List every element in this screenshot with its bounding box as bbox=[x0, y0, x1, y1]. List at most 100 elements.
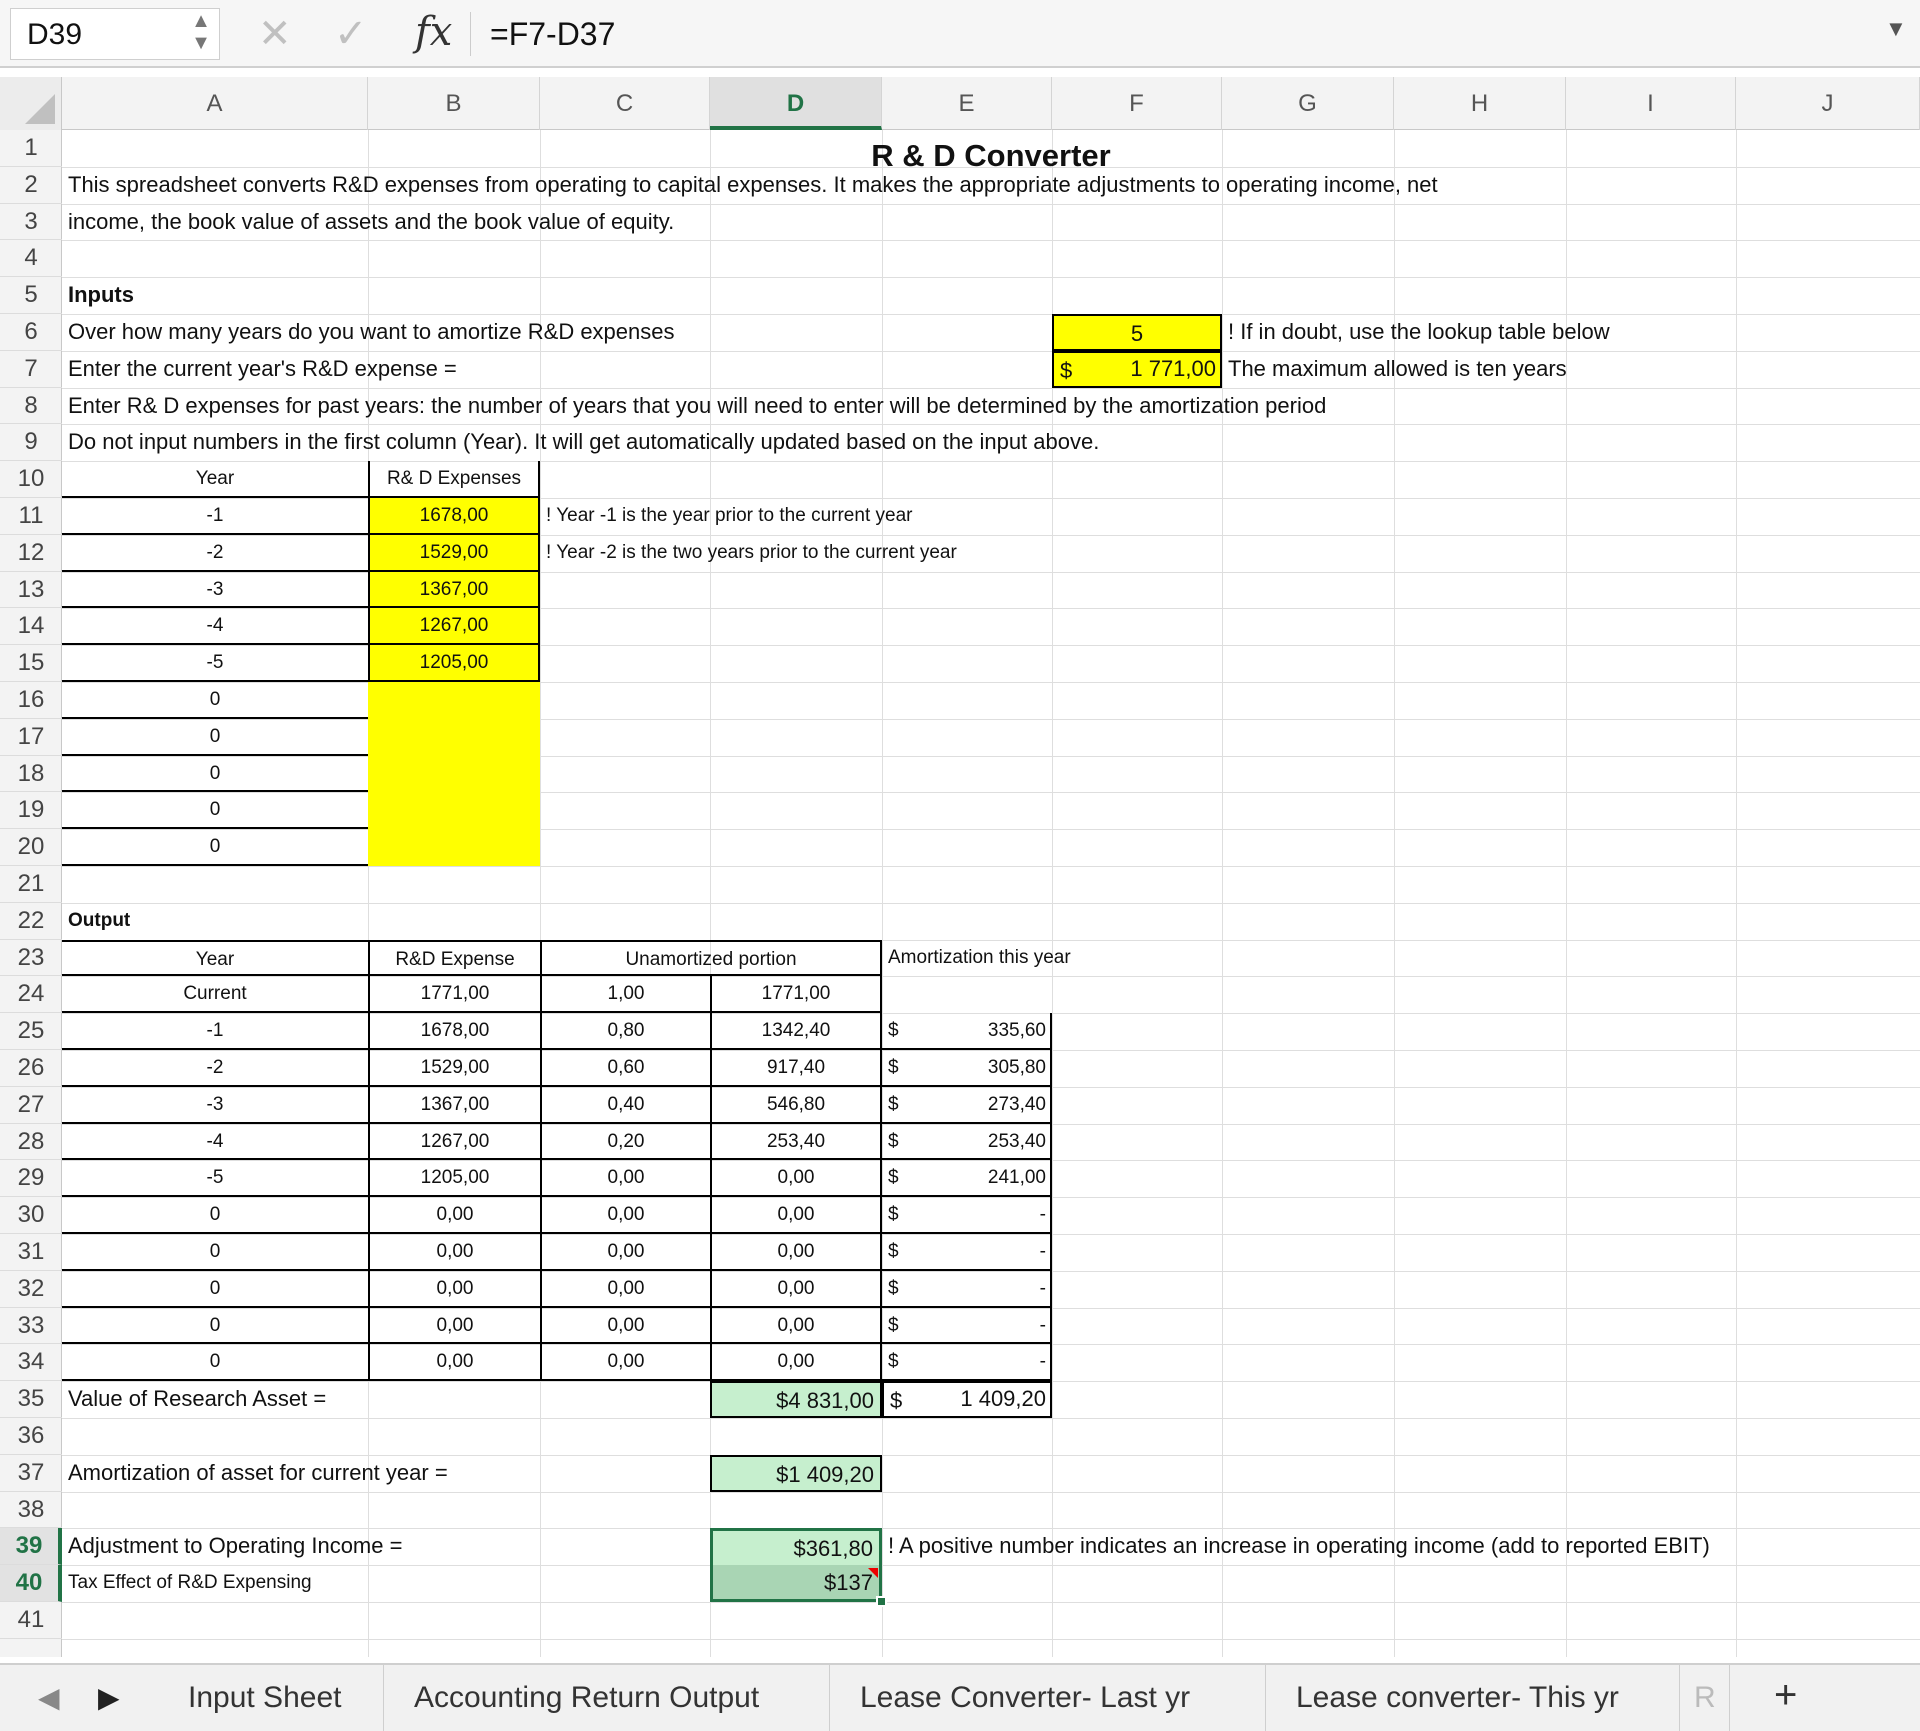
instruction-text[interactable]: Do not input numbers in the first column… bbox=[62, 424, 1920, 461]
column-header-g[interactable]: G bbox=[1222, 77, 1394, 130]
input-year-cell[interactable]: 0 bbox=[62, 792, 368, 830]
input-expense-cell[interactable]: 1367,00 bbox=[368, 571, 540, 609]
output-expense-header[interactable]: R&D Expense bbox=[368, 939, 540, 977]
output-year-header[interactable]: Year bbox=[62, 939, 368, 977]
instruction-text[interactable]: Enter R& D expenses for past years: the … bbox=[62, 388, 1920, 425]
intro-text[interactable]: income, the book value of assets and the… bbox=[62, 204, 1920, 241]
column-header-j[interactable]: J bbox=[1736, 77, 1920, 130]
column-header-d[interactable]: D bbox=[710, 77, 882, 130]
row-header[interactable]: 35 bbox=[0, 1381, 62, 1418]
column-header-e[interactable]: E bbox=[882, 77, 1052, 130]
column-header-c[interactable]: C bbox=[540, 77, 710, 130]
output-year-cell[interactable]: -2 bbox=[62, 1050, 368, 1087]
output-amortization-cell[interactable]: 305,80 bbox=[882, 1050, 1052, 1087]
input-expense-cell[interactable] bbox=[368, 829, 540, 866]
years-note[interactable]: ! If in doubt, use the lookup table belo… bbox=[1222, 314, 1920, 351]
row-header[interactable]: 37 bbox=[0, 1455, 62, 1492]
row-header[interactable]: 13 bbox=[0, 572, 62, 609]
output-year-cell[interactable]: 0 bbox=[62, 1344, 368, 1382]
row-header[interactable]: 2 bbox=[0, 167, 62, 204]
years-input[interactable]: 5 bbox=[1052, 314, 1222, 351]
input-expense-header[interactable]: R& D Expenses bbox=[368, 461, 540, 498]
row-header[interactable]: 33 bbox=[0, 1308, 62, 1345]
row-header[interactable]: 22 bbox=[0, 903, 62, 940]
sheet-tab[interactable]: Input Sheet bbox=[158, 1665, 384, 1731]
column-header-i[interactable]: I bbox=[1566, 77, 1736, 130]
output-year-cell[interactable]: 0 bbox=[62, 1234, 368, 1271]
output-fraction-cell[interactable]: 0,00 bbox=[540, 1160, 710, 1198]
output-unamortized-cell[interactable]: 917,40 bbox=[710, 1050, 882, 1087]
output-heading[interactable]: Output bbox=[62, 903, 540, 940]
output-year-cell[interactable]: -5 bbox=[62, 1160, 368, 1198]
tab-next-icon[interactable]: ▶ bbox=[98, 1681, 120, 1714]
output-amortization-cell[interactable]: 253,40 bbox=[882, 1124, 1052, 1161]
output-amortization-header[interactable]: Amortization this year bbox=[882, 940, 1222, 977]
select-all-corner[interactable] bbox=[0, 77, 62, 130]
column-header-b[interactable]: B bbox=[368, 77, 540, 130]
row-header[interactable]: 34 bbox=[0, 1344, 62, 1382]
output-year-cell[interactable]: -3 bbox=[62, 1087, 368, 1124]
output-year-cell[interactable]: 0 bbox=[62, 1197, 368, 1234]
input-year-cell[interactable]: -1 bbox=[62, 498, 368, 535]
row-header[interactable]: 36 bbox=[0, 1418, 62, 1455]
row-header[interactable]: 23 bbox=[0, 940, 62, 977]
research-asset-label[interactable]: Value of Research Asset = bbox=[62, 1381, 710, 1418]
row-header[interactable]: 17 bbox=[0, 719, 62, 756]
row-header[interactable]: 15 bbox=[0, 645, 62, 682]
year-note[interactable]: ! Year -2 is the two years prior to the … bbox=[540, 535, 1222, 572]
row-header[interactable]: 21 bbox=[0, 866, 62, 903]
output-expense-cell[interactable]: 0,00 bbox=[368, 1270, 540, 1308]
input-expense-cell[interactable] bbox=[368, 755, 540, 793]
row-header[interactable]: 9 bbox=[0, 424, 62, 462]
years-question[interactable]: Over how many years do you want to amort… bbox=[62, 314, 1052, 351]
output-fraction-cell[interactable]: 0,00 bbox=[540, 1197, 710, 1234]
output-fraction-cell[interactable]: 0,00 bbox=[540, 1344, 710, 1382]
row-header[interactable]: 29 bbox=[0, 1160, 62, 1198]
row-header[interactable]: 16 bbox=[0, 682, 62, 719]
output-expense-cell[interactable]: 1529,00 bbox=[368, 1050, 540, 1087]
output-fraction-cell[interactable]: 0,00 bbox=[540, 1307, 710, 1345]
amortization-label[interactable]: Amortization of asset for current year = bbox=[62, 1455, 710, 1492]
output-fraction-cell[interactable]: 1,00 bbox=[540, 976, 710, 1014]
output-fraction-cell[interactable]: 0,00 bbox=[540, 1270, 710, 1308]
cancel-icon[interactable]: ✕ bbox=[258, 8, 292, 60]
output-expense-cell[interactable]: 1771,00 bbox=[368, 976, 540, 1014]
sheet-grid[interactable]: R & D Converter This spreadsheet converts… bbox=[62, 130, 1920, 1657]
amortization-value[interactable]: $1 409,20 bbox=[710, 1454, 882, 1492]
input-year-header[interactable]: Year bbox=[62, 461, 368, 498]
output-expense-cell[interactable]: 0,00 bbox=[368, 1197, 540, 1234]
research-asset-value[interactable]: $4 831,00 bbox=[710, 1381, 882, 1418]
row-header[interactable]: 38 bbox=[0, 1492, 62, 1529]
selection-fill-handle[interactable] bbox=[876, 1596, 887, 1607]
row-header[interactable]: 1 bbox=[0, 130, 62, 167]
adjustment-label[interactable]: Adjustment to Operating Income = bbox=[62, 1528, 710, 1565]
output-unamortized-cell[interactable]: 0,00 bbox=[710, 1344, 882, 1382]
current-expense-input[interactable]: 1 771,00 bbox=[1052, 351, 1222, 388]
row-header[interactable]: 41 bbox=[0, 1602, 62, 1639]
row-header[interactable]: 24 bbox=[0, 976, 62, 1014]
output-amortization-cell[interactable]: - bbox=[882, 1308, 1052, 1345]
row-header[interactable]: 11 bbox=[0, 498, 62, 535]
output-amortization-cell[interactable]: - bbox=[882, 1344, 1052, 1381]
row-header[interactable]: 26 bbox=[0, 1050, 62, 1087]
input-expense-cell[interactable]: 1678,00 bbox=[368, 498, 540, 535]
row-header[interactable]: 10 bbox=[0, 461, 62, 498]
row-header[interactable]: 4 bbox=[0, 240, 62, 278]
amortization-total-value[interactable]: 1 409,20 bbox=[882, 1381, 1052, 1418]
output-year-cell[interactable]: 0 bbox=[62, 1271, 368, 1308]
output-amortization-cell[interactable]: - bbox=[882, 1271, 1052, 1308]
formula-input[interactable]: =F7-D37 bbox=[490, 8, 615, 60]
output-fraction-cell[interactable]: 0,80 bbox=[540, 1013, 710, 1050]
column-header-f[interactable]: F bbox=[1052, 77, 1222, 130]
tax-effect-value[interactable]: $137 bbox=[710, 1565, 882, 1602]
row-header[interactable]: 6 bbox=[0, 314, 62, 351]
tab-prev-icon[interactable]: ◀ bbox=[38, 1681, 60, 1714]
output-year-cell[interactable]: -4 bbox=[62, 1124, 368, 1161]
sheet-tab[interactable]: Accounting Return Output bbox=[384, 1665, 830, 1731]
row-header[interactable]: 18 bbox=[0, 756, 62, 793]
output-unamortized-cell[interactable]: 0,00 bbox=[710, 1234, 882, 1271]
output-fraction-cell[interactable]: 0,60 bbox=[540, 1050, 710, 1087]
input-expense-cell[interactable] bbox=[368, 718, 540, 756]
function-icon[interactable]: fx bbox=[415, 6, 452, 58]
output-fraction-cell[interactable]: 0,40 bbox=[540, 1086, 710, 1124]
